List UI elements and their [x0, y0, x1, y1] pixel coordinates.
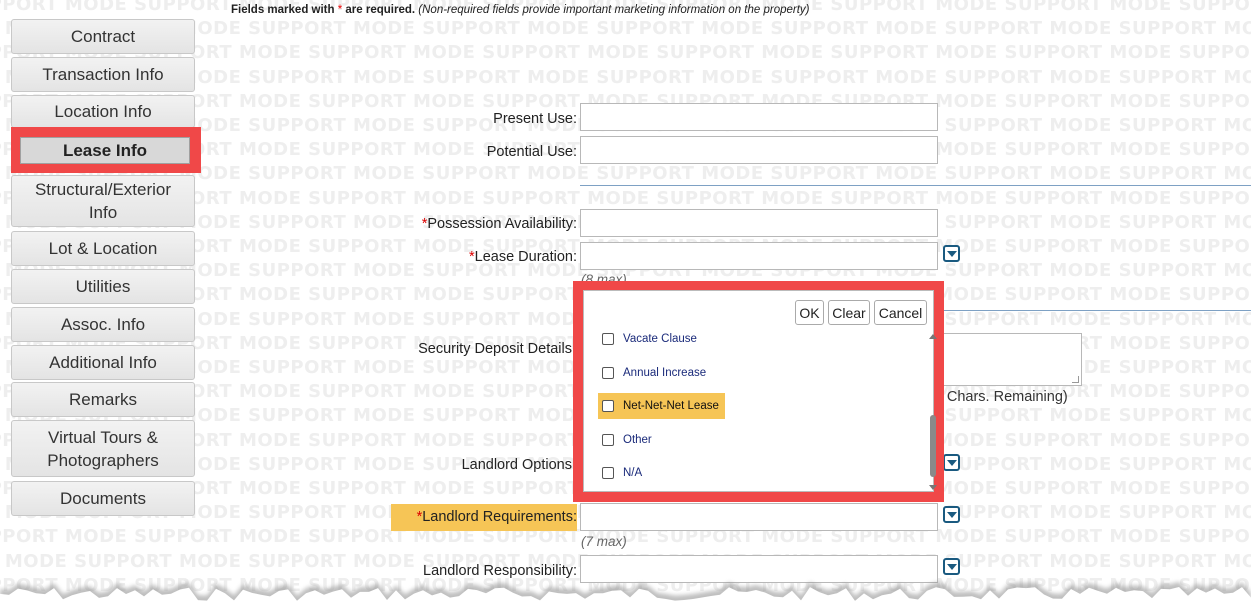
possession-availability-label: *Possession Availability:	[421, 216, 577, 232]
popup-cancel-button[interactable]: Cancel	[874, 300, 927, 325]
checkbox[interactable]	[602, 367, 614, 379]
sidebar-item-structural-exterior-info[interactable]: Structural/Exterior Info	[11, 175, 195, 227]
sidebar-item-location-info[interactable]: Location Info	[11, 95, 195, 128]
option-label: Other	[623, 434, 652, 446]
landlord-requirements-dropdown-icon[interactable]	[943, 506, 960, 523]
sidebar-item-label: Lease Info	[62, 140, 148, 160]
sidebar-item-remarks[interactable]: Remarks	[11, 382, 195, 417]
option-label: Vacate Clause	[623, 333, 697, 345]
lease-duration-label: *Lease Duration:	[468, 249, 577, 265]
potential-use-label: Potential Use:	[486, 144, 577, 160]
sidebar-item-assoc-info[interactable]: Assoc. Info	[11, 307, 195, 342]
popup-clear-button[interactable]: Clear	[828, 300, 870, 325]
torn-edge-decoration	[0, 582, 1251, 612]
security-deposit-details-label: Security Deposit Details	[418, 341, 572, 357]
option-label: N/A	[623, 467, 643, 479]
sidebar-item-label: Virtual Tours & Photographers	[47, 427, 159, 470]
sidebar-item-virtual-tours[interactable]: Virtual Tours & Photographers	[11, 420, 195, 477]
checkbox[interactable]	[602, 467, 614, 479]
landlord-requirements-input[interactable]	[580, 503, 938, 531]
checkbox[interactable]	[602, 400, 614, 412]
landlord-options-popup-highlight: OK Clear Cancel Vacate Clause Annual Inc…	[573, 281, 944, 502]
required-fields-note: Fields marked with * are required. (Non-…	[231, 4, 810, 16]
sidebar-item-label: Remarks	[68, 390, 137, 409]
present-use-label: Present Use:	[493, 111, 577, 127]
security-deposit-details-textarea[interactable]	[935, 333, 1082, 386]
sidebar-item-label: Documents	[60, 489, 146, 508]
sidebar-item-label: Transaction Info	[42, 65, 164, 84]
sidebar-item-lease-info[interactable]: Lease Info	[20, 137, 190, 164]
popup-ok-button[interactable]: OK	[795, 300, 824, 325]
sidebar-item-label: Contract	[70, 27, 136, 46]
popup-scrollbar-thumb[interactable]	[930, 415, 936, 477]
option-net-net-net-lease[interactable]: Net-Net-Net Lease	[598, 393, 725, 419]
option-label: Net-Net-Net Lease	[623, 400, 719, 412]
sidebar-item-lease-info-highlight: Lease Info	[11, 127, 201, 173]
sidebar-item-label: Lot & Location	[48, 239, 158, 258]
landlord-options-dropdown-icon[interactable]	[943, 454, 960, 471]
present-use-input[interactable]	[580, 103, 938, 131]
sidebar-item-label: Assoc. Info	[60, 315, 146, 334]
option-other[interactable]: Other	[598, 427, 658, 453]
scroll-up-arrow-icon[interactable]	[929, 334, 937, 339]
landlord-requirements-label: *Landlord Requirements:	[416, 509, 577, 525]
sidebar-item-additional-info[interactable]: Additional Info	[11, 345, 195, 380]
lease-duration-dropdown-icon[interactable]	[943, 245, 960, 262]
scroll-down-arrow-icon[interactable]	[929, 485, 937, 490]
sidebar-item-documents[interactable]: Documents	[11, 481, 195, 516]
checkbox[interactable]	[602, 434, 614, 446]
option-annual-increase[interactable]: Annual Increase	[598, 360, 712, 386]
landlord-requirements-hint: (7 max)	[581, 534, 627, 549]
security-deposit-chars-remaining: ) Chars. Remaining)	[938, 389, 1068, 405]
sidebar-item-contract[interactable]: Contract	[11, 19, 195, 54]
lease-duration-input[interactable]	[580, 242, 938, 270]
option-label: Annual Increase	[623, 367, 707, 379]
checkbox[interactable]	[602, 333, 614, 345]
sidebar-item-label: Location Info	[54, 102, 152, 121]
sidebar-item-utilities[interactable]: Utilities	[11, 269, 195, 304]
sidebar-item-label: Utilities	[75, 277, 131, 296]
landlord-options-label: Landlord Options	[461, 457, 572, 473]
option-vacate-clause[interactable]: Vacate Clause	[598, 326, 703, 352]
potential-use-input[interactable]	[580, 136, 938, 164]
sidebar-item-transaction-info[interactable]: Transaction Info	[11, 57, 195, 92]
landlord-options-popup: OK Clear Cancel Vacate Clause Annual Inc…	[583, 290, 937, 492]
sidebar-item-label: Structural/Exterior Info	[34, 180, 172, 222]
section-divider	[580, 185, 1251, 186]
sidebar-item-label: Additional Info	[49, 353, 157, 372]
possession-availability-input[interactable]	[580, 209, 938, 237]
sidebar-item-lot-location[interactable]: Lot & Location	[11, 231, 195, 266]
option-na[interactable]: N/A	[598, 460, 648, 486]
